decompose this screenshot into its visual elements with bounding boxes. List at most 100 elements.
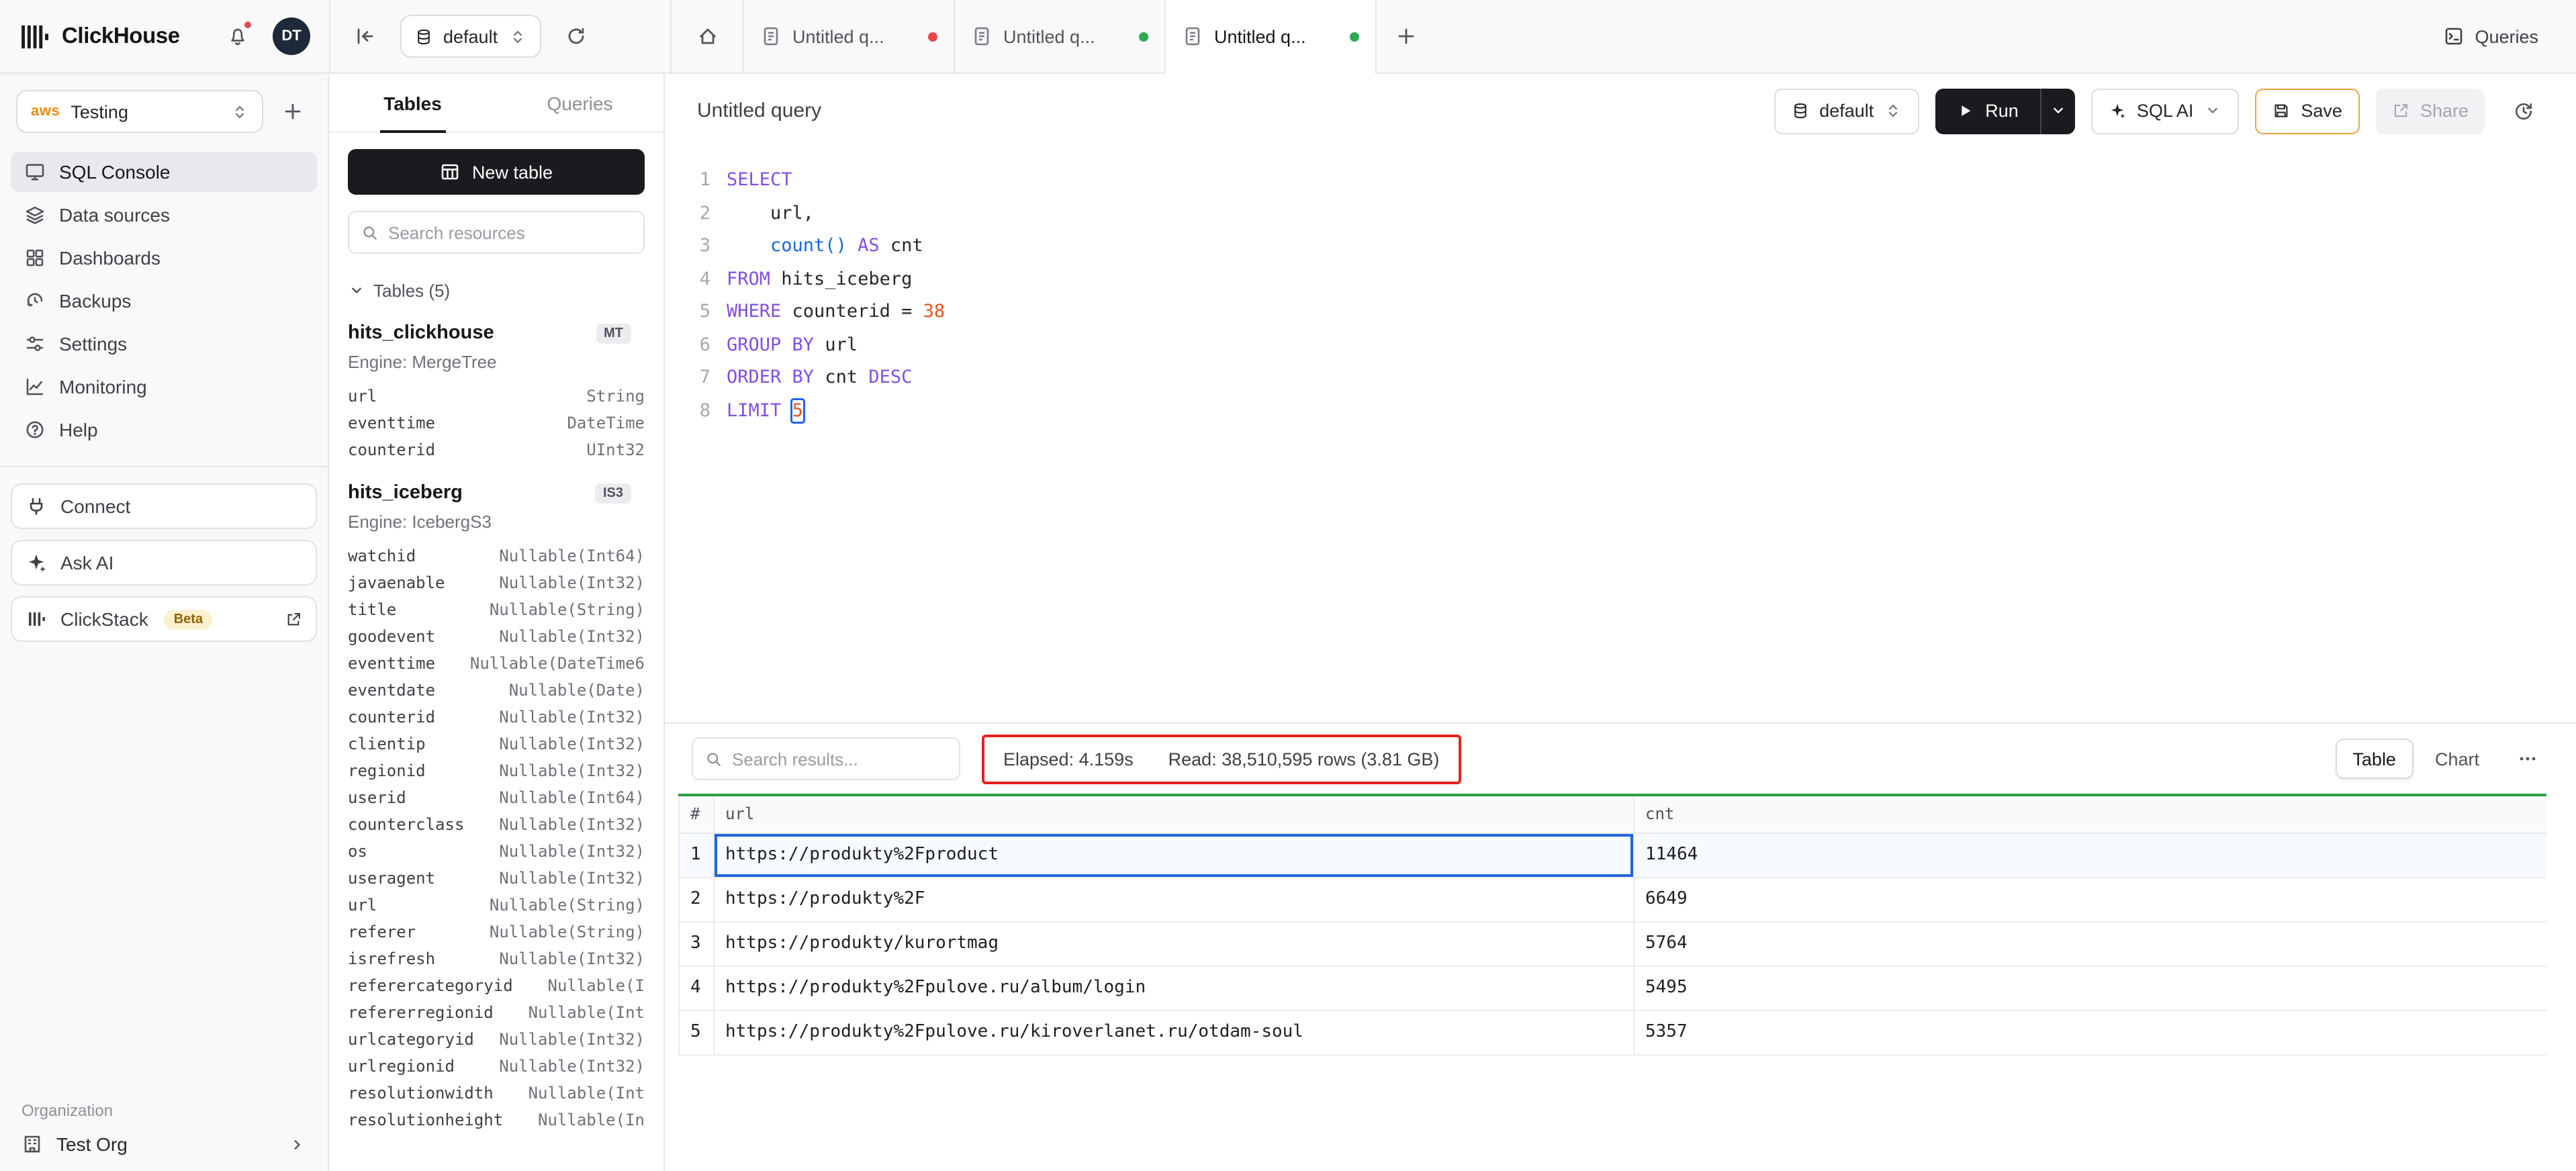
table-item-hits-clickhouse[interactable]: hits_clickhouseMT — [348, 322, 645, 344]
sidebar-item-label: Backups — [59, 290, 131, 312]
chevron-right-icon — [289, 1135, 306, 1153]
save-button[interactable]: Save — [2255, 88, 2360, 134]
sidebar-item-connect[interactable]: Connect — [11, 483, 317, 529]
workspace-selector[interactable]: aws Testing — [16, 90, 263, 133]
sql-editor[interactable]: 12345678 SELECT url, count() AS cntFROM … — [665, 148, 2576, 722]
cnt-cell[interactable]: 6649 — [1634, 877, 2546, 921]
query-tab[interactable]: Untitled q... — [1166, 0, 1377, 73]
query-history-button[interactable] — [2501, 88, 2546, 134]
editor-database-selector[interactable]: default — [1774, 88, 1919, 134]
cnt-cell[interactable]: 11464 — [1634, 833, 2546, 877]
refresh-button[interactable] — [557, 17, 594, 55]
editor-toolbar: Untitled query default Run — [665, 74, 2576, 148]
run-button[interactable]: Run — [1935, 88, 2040, 134]
editor-gutter: 12345678 — [665, 164, 710, 722]
results-header-row: # url cnt — [679, 795, 2546, 833]
row-number-cell[interactable]: 4 — [679, 966, 714, 1010]
sidebar-item-backups[interactable]: Backups — [11, 281, 317, 321]
collapse-panel-button[interactable] — [347, 17, 384, 55]
column-item: osNullable(Int32) — [348, 838, 645, 865]
queries-button[interactable]: Queries — [2426, 15, 2555, 58]
line-number: 1 — [665, 164, 710, 197]
sidebar-item-settings[interactable]: Settings — [11, 324, 317, 364]
column-header-num[interactable]: # — [679, 795, 714, 833]
database-icon — [1791, 102, 1808, 120]
sidebar-item-monitoring[interactable]: Monitoring — [11, 367, 317, 407]
column-type: DateTime — [567, 414, 645, 432]
view-table-button[interactable]: Table — [2335, 739, 2413, 779]
sidebar-item-label: Monitoring — [59, 376, 147, 397]
column-name: javaenable — [348, 573, 445, 592]
clickhouse-home-link[interactable]: ClickHouse — [21, 24, 180, 49]
line-number: 3 — [665, 230, 710, 263]
share-button[interactable]: Share — [2376, 88, 2485, 134]
query-tab[interactable]: Untitled q... — [955, 0, 1166, 73]
table-item-hits-iceberg[interactable]: hits_icebergIS3 — [348, 482, 645, 504]
column-type: UInt32 — [586, 440, 645, 459]
user-avatar[interactable]: DT — [273, 17, 310, 55]
add-service-button[interactable] — [274, 93, 312, 130]
tables-section-toggle[interactable]: Tables (5) — [348, 281, 645, 301]
save-button-label: Save — [2301, 101, 2342, 121]
row-number-cell[interactable]: 2 — [679, 877, 714, 921]
notifications-button[interactable] — [219, 17, 257, 55]
tab-tables[interactable]: Tables — [329, 74, 496, 132]
home-tab[interactable] — [672, 0, 744, 73]
query-tab-label: Untitled q... — [792, 26, 917, 46]
new-tab-button[interactable] — [1387, 17, 1425, 55]
code-line: SELECT — [727, 164, 2576, 197]
building-icon — [21, 1133, 43, 1155]
column-type: Nullable(Int32) — [499, 869, 645, 888]
sidebar-item-ask-ai[interactable]: Ask AI — [11, 540, 317, 586]
organization-selector[interactable]: Test Org — [21, 1133, 306, 1155]
sidebar-item-label: SQL Console — [59, 161, 171, 183]
row-number-cell[interactable]: 1 — [679, 833, 714, 877]
url-cell[interactable]: https://produkty%2F — [714, 877, 1634, 921]
run-options-button[interactable] — [2040, 88, 2075, 134]
cnt-cell[interactable]: 5357 — [1634, 1010, 2546, 1054]
column-item: useridNullable(Int64) — [348, 784, 645, 811]
query-tab[interactable]: Untitled q... — [744, 0, 955, 73]
view-chart-button[interactable]: Chart — [2419, 739, 2495, 779]
engine-badge: MT — [596, 323, 631, 343]
search-results-input[interactable] — [732, 749, 947, 769]
tab-status-dot — [1139, 32, 1148, 41]
sidebar-item-data-sources[interactable]: Data sources — [11, 195, 317, 235]
query-tab-label: Untitled q... — [1003, 26, 1128, 46]
sidebar-item-label: Data sources — [59, 204, 170, 226]
results-more-button[interactable] — [2509, 740, 2546, 778]
url-cell[interactable]: https://produkty%2Fpulove.ru/kiroverlane… — [714, 1010, 1634, 1054]
dashboards-icon — [24, 247, 46, 269]
search-resources-input[interactable] — [388, 222, 631, 242]
column-header-cnt[interactable]: cnt — [1634, 795, 2546, 833]
column-type: Nullable(Int — [528, 1003, 645, 1022]
sidebar-item-clickstack[interactable]: ClickStackBeta — [11, 596, 317, 642]
cnt-cell[interactable]: 5495 — [1634, 966, 2546, 1010]
url-cell[interactable]: https://produkty%2Fproduct — [714, 833, 1634, 877]
sidebar-item-help[interactable]: Help — [11, 410, 317, 450]
cnt-cell[interactable]: 5764 — [1634, 921, 2546, 966]
query-tab-label: Untitled q... — [1214, 26, 1339, 46]
topbar-database-selector[interactable]: default — [400, 15, 541, 58]
play-icon — [1957, 102, 1974, 120]
column-type: Nullable(Int32) — [499, 627, 645, 646]
sidebar-item-dashboards[interactable]: Dashboards — [11, 238, 317, 278]
column-name: goodevent — [348, 627, 435, 646]
sidebar-item-sql-console[interactable]: SQL Console — [11, 152, 317, 192]
clickhouse-console-app: ClickHouse DT default — [0, 0, 2576, 1171]
column-header-url[interactable]: url — [714, 795, 1634, 833]
column-type: Nullable(Int32) — [499, 949, 645, 968]
new-table-button[interactable]: New table — [348, 149, 645, 195]
url-cell[interactable]: https://produkty%2Fpulove.ru/album/login — [714, 966, 1634, 1010]
row-number-cell[interactable]: 3 — [679, 921, 714, 966]
column-item: urlcategoryidNullable(Int32) — [348, 1026, 645, 1053]
url-cell[interactable]: https://produkty/kurortmag — [714, 921, 1634, 966]
column-type: Nullable(In — [538, 1111, 645, 1129]
row-number-cell[interactable]: 5 — [679, 1010, 714, 1054]
chevrons-updown-icon — [508, 28, 526, 45]
column-type: Nullable(I — [548, 976, 645, 995]
sql-ai-selector[interactable]: SQL AI — [2091, 88, 2240, 134]
tab-queries[interactable]: Queries — [496, 74, 663, 132]
sidebar-item-label: Settings — [59, 333, 127, 355]
engine-badge: IS3 — [595, 483, 631, 503]
